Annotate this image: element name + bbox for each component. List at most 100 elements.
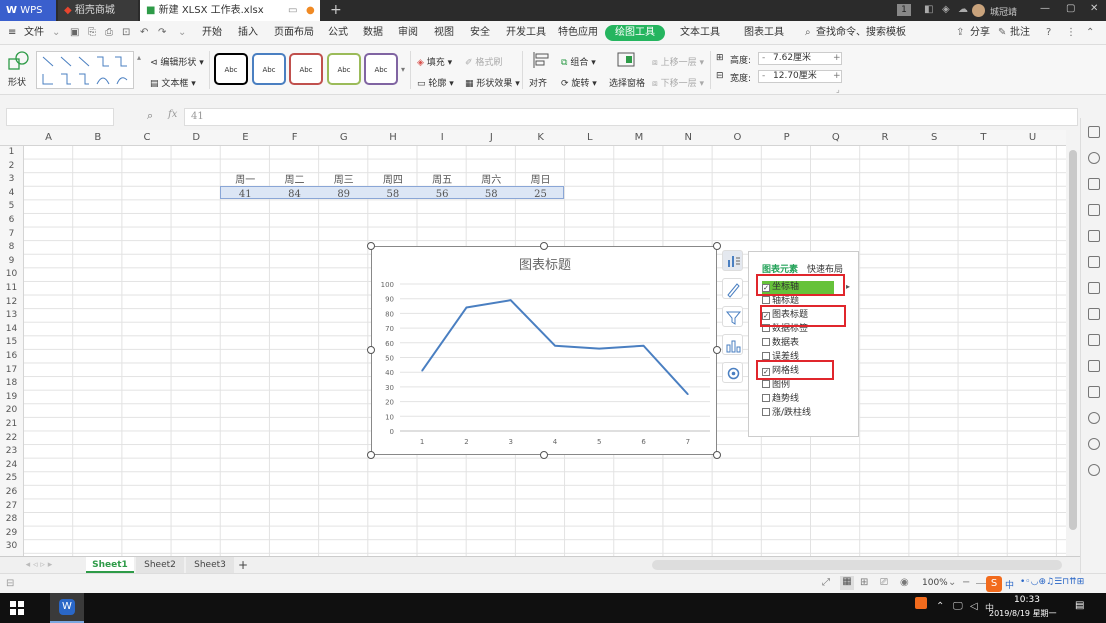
share-button[interactable]: 分享 (970, 21, 990, 45)
menu-formula[interactable]: 公式 (328, 21, 348, 45)
row-header[interactable]: 15 (0, 336, 23, 350)
column-header[interactable]: S (910, 130, 959, 146)
checkbox-icon[interactable] (762, 394, 770, 402)
row-header[interactable]: 29 (0, 527, 23, 541)
row-header[interactable]: 16 (0, 350, 23, 364)
resize-handle[interactable] (540, 242, 548, 250)
checkbox-icon[interactable] (762, 408, 770, 416)
chart-settings-button[interactable] (722, 362, 743, 383)
column-header[interactable]: L (565, 130, 614, 146)
share-icon[interactable]: ⇪ (956, 21, 964, 45)
sogou-tray-icon[interactable] (915, 597, 927, 609)
chart-element-option[interactable]: 涨/跌柱线 (762, 407, 811, 420)
cloud-icon[interactable]: ☁ (958, 4, 968, 15)
column-header[interactable]: E (221, 130, 270, 146)
macro-icon[interactable]: ⊟ (6, 578, 14, 589)
chart-element-option[interactable]: 图例 (762, 379, 790, 392)
filter-icon[interactable] (1088, 282, 1100, 294)
table-value-cell[interactable]: 89 (319, 188, 368, 201)
table-style-icon[interactable] (1088, 204, 1100, 216)
decrement-icon[interactable]: - (762, 53, 765, 64)
chart-element-option[interactable]: 数据表 (762, 337, 799, 350)
row-header[interactable]: 8 (0, 241, 23, 255)
chevron-down-icon[interactable]: ⌄ (52, 21, 60, 45)
table-value-cell[interactable]: 56 (418, 188, 467, 201)
resize-handle[interactable] (713, 346, 721, 354)
sogou-ime-icon[interactable]: S (986, 576, 1002, 592)
row-header[interactable]: 3 (0, 173, 23, 187)
name-box[interactable] (6, 108, 114, 126)
ime-mode[interactable]: 中 (1005, 578, 1014, 591)
row-header[interactable]: 10 (0, 268, 23, 282)
properties-icon[interactable] (1088, 256, 1100, 268)
sheet-nav-arrows-icon[interactable]: ◂ ◃ ▹ ▸ (4, 557, 74, 573)
windows-start-icon[interactable] (10, 601, 24, 615)
zoom-level[interactable]: 100% (922, 578, 948, 588)
checkbox-icon[interactable] (762, 380, 770, 388)
zoom-chevron-icon[interactable]: ⌄ (948, 577, 956, 588)
menu-start[interactable]: 开始 (202, 21, 222, 45)
column-header[interactable]: C (122, 130, 171, 146)
shield-icon[interactable] (1088, 412, 1100, 424)
resize-handle[interactable] (713, 242, 721, 250)
increment-icon[interactable]: + (833, 53, 841, 64)
menu-file[interactable]: 文件 (24, 21, 44, 45)
row-header[interactable]: 7 (0, 228, 23, 242)
table-header-cell[interactable]: 周三 (319, 174, 368, 187)
table-header-cell[interactable]: 周四 (368, 174, 417, 187)
column-header[interactable]: A (24, 130, 73, 146)
align-icon[interactable] (532, 51, 550, 69)
menu-page-layout[interactable]: 页面布局 (274, 21, 314, 45)
row-header[interactable]: 23 (0, 445, 23, 459)
history-icon[interactable] (1088, 438, 1100, 450)
chart-elements-button[interactable] (722, 250, 743, 271)
user-name[interactable]: 城冠靖 (990, 5, 1017, 18)
menu-data[interactable]: 数据 (363, 21, 383, 45)
height-stepper[interactable]: - 7.62厘米 + (758, 52, 842, 65)
normal-view-icon[interactable]: ▦ (840, 576, 854, 590)
table-value-cell[interactable]: 58 (368, 188, 417, 201)
fill-button[interactable]: ◈ 填充 ▾ (417, 55, 452, 68)
width-stepper[interactable]: - 12.70厘米 + (758, 70, 842, 83)
row-header[interactable]: 21 (0, 418, 23, 432)
tab-workbook[interactable]: ■ 新建 XLSX 工作表.xlsx ▭ ● (140, 0, 320, 21)
menu-insert[interactable]: 插入 (238, 21, 258, 45)
row-header[interactable]: 12 (0, 296, 23, 310)
annotate-icon[interactable]: ✎ (998, 21, 1006, 45)
save-icon[interactable]: ▣ (70, 21, 79, 45)
document-icon[interactable] (1088, 308, 1100, 320)
resize-handle[interactable] (367, 242, 375, 250)
annotate-button[interactable]: 批注 (1010, 21, 1030, 45)
menu-developer[interactable]: 开发工具 (506, 21, 546, 45)
shape-style-1[interactable]: Abc (214, 53, 248, 85)
more-chevron-icon[interactable]: ⌄ (178, 21, 186, 45)
shape-style-4[interactable]: Abc (327, 53, 361, 85)
wps-home-tab[interactable]: W WPS (0, 0, 56, 21)
row-header[interactable]: 19 (0, 391, 23, 405)
style-gallery-more-icon[interactable]: ▾ (401, 65, 405, 74)
share-out-icon[interactable] (1088, 334, 1100, 346)
column-header[interactable]: I (418, 130, 467, 146)
ime-toolbar-icon[interactable]: •◦◡⊕♫☰⊓⇈⊞ (1020, 577, 1084, 587)
increment-icon[interactable]: + (833, 71, 841, 82)
collapse-ribbon-icon[interactable]: ⌃ (1086, 21, 1094, 45)
row-header[interactable]: 24 (0, 459, 23, 473)
row-header[interactable]: 6 (0, 214, 23, 228)
column-header[interactable]: Q (811, 130, 860, 146)
column-header[interactable]: F (270, 130, 319, 146)
scroll-thumb[interactable] (1069, 150, 1077, 530)
zoom-out-icon[interactable]: − (962, 577, 970, 588)
column-header[interactable]: M (614, 130, 663, 146)
network-icon[interactable]: 🖵 (953, 601, 963, 612)
avatar[interactable] (972, 4, 985, 17)
shape-button[interactable]: 形状 (8, 75, 26, 88)
row-header[interactable]: 17 (0, 364, 23, 378)
table-value-cell[interactable]: 58 (467, 188, 516, 201)
row-header[interactable]: 28 (0, 513, 23, 527)
clock-time[interactable]: 10:33 (1014, 595, 1040, 605)
save-cloud-icon[interactable] (1088, 360, 1100, 372)
grid-view-icon[interactable] (1088, 230, 1100, 242)
command-search[interactable]: 查找命令、搜索模板 (816, 21, 906, 45)
resize-handle[interactable] (540, 451, 548, 459)
select-cursor-icon[interactable] (1088, 126, 1100, 138)
